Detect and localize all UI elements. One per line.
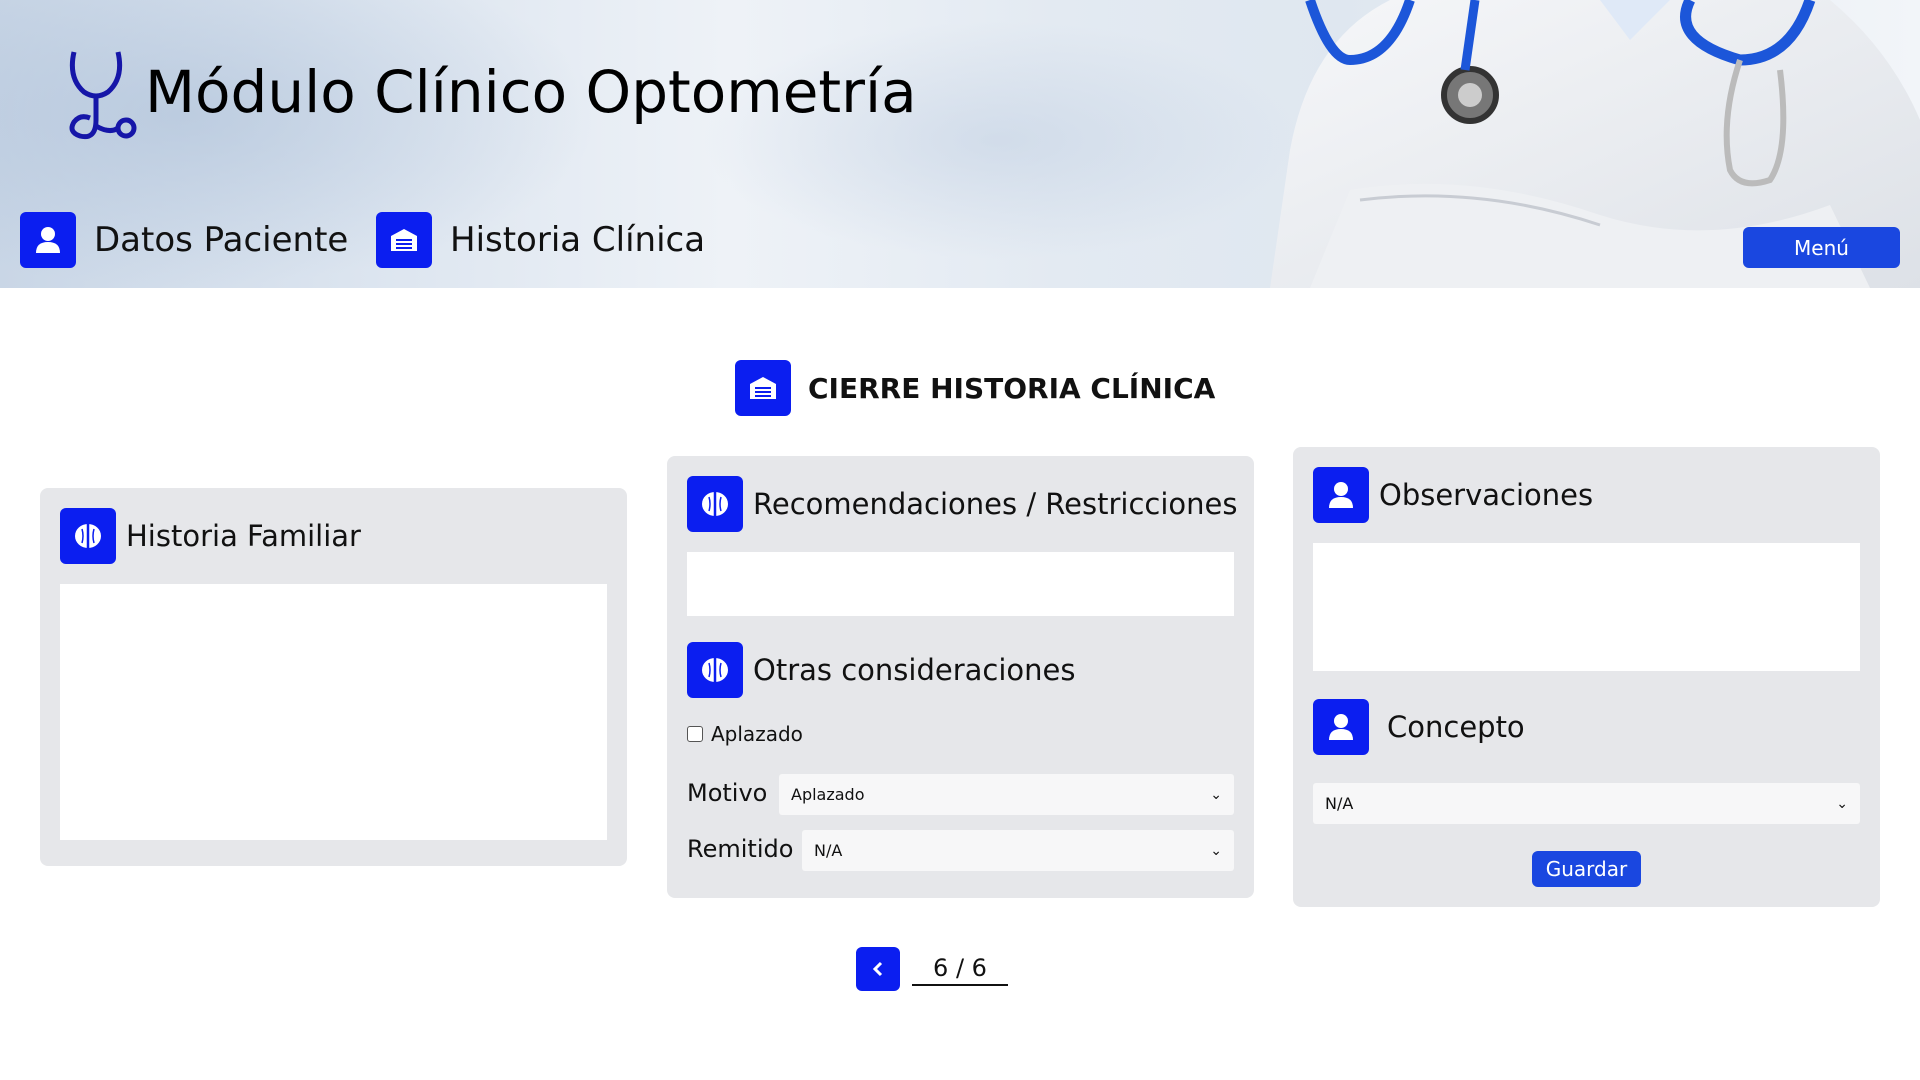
card-header: Otras consideraciones bbox=[687, 642, 1075, 698]
motivo-select[interactable]: Aplazado ⌄ bbox=[779, 774, 1234, 815]
card-title: Concepto bbox=[1387, 710, 1525, 744]
save-button[interactable]: Guardar bbox=[1532, 851, 1641, 887]
aplazado-checkbox[interactable] bbox=[687, 726, 703, 742]
card-title: Recomendaciones / Restricciones bbox=[753, 487, 1238, 521]
card-header: Historia Familiar bbox=[60, 508, 361, 564]
historia-familiar-textarea[interactable] bbox=[60, 584, 607, 840]
chevron-down-icon: ⌄ bbox=[1210, 786, 1222, 803]
chevron-down-icon: ⌄ bbox=[1836, 795, 1848, 812]
app-title: Módulo Clínico Optometría bbox=[145, 58, 917, 126]
card-observaciones: Observaciones Concepto N/A ⌄ bbox=[1293, 447, 1880, 907]
card-header: Recomendaciones / Restricciones bbox=[687, 476, 1237, 532]
clinic-icon bbox=[735, 360, 791, 416]
user-icon bbox=[1313, 467, 1369, 523]
aplazado-label: Aplazado bbox=[711, 722, 803, 746]
card-title: Historia Familiar bbox=[126, 519, 361, 553]
clinic-icon bbox=[376, 212, 432, 268]
page-title: CIERRE HISTORIA CLÍNICA bbox=[735, 360, 1215, 416]
user-icon bbox=[1313, 699, 1369, 755]
brain-icon bbox=[687, 642, 743, 698]
card-recomendaciones: Recomendaciones / Restricciones Otras co… bbox=[667, 456, 1254, 898]
header-banner: Módulo Clínico Optometría Datos Paciente… bbox=[0, 0, 1920, 288]
menu-button[interactable]: Menú bbox=[1743, 227, 1900, 268]
remitido-select[interactable]: N/A ⌄ bbox=[802, 830, 1234, 871]
concepto-select[interactable]: N/A ⌄ bbox=[1313, 783, 1860, 824]
remitido-value: N/A bbox=[814, 841, 843, 860]
card-header: Observaciones bbox=[1313, 467, 1593, 523]
brain-icon bbox=[687, 476, 743, 532]
nav-datos-paciente[interactable]: Datos Paciente bbox=[20, 212, 348, 268]
nav-label: Datos Paciente bbox=[94, 220, 349, 260]
recomendaciones-textarea[interactable] bbox=[687, 552, 1234, 616]
page-title-label: CIERRE HISTORIA CLÍNICA bbox=[808, 371, 1216, 405]
banner-blur bbox=[700, 20, 1300, 260]
remitido-label: Remitido bbox=[687, 835, 794, 863]
observaciones-textarea[interactable] bbox=[1313, 543, 1860, 671]
page-indicator: 6 / 6 bbox=[912, 950, 1008, 986]
motivo-label: Motivo bbox=[687, 779, 768, 807]
card-historia-familiar: Historia Familiar bbox=[40, 488, 627, 866]
stethoscope-icon bbox=[69, 51, 137, 140]
brain-icon bbox=[60, 508, 116, 564]
concepto-value: N/A bbox=[1325, 794, 1354, 813]
card-title: Otras consideraciones bbox=[753, 653, 1076, 687]
user-icon bbox=[20, 212, 76, 268]
card-header: Concepto bbox=[1313, 699, 1525, 755]
nav-label: Historia Clínica bbox=[450, 220, 706, 260]
chevron-left-icon bbox=[872, 961, 883, 977]
aplazado-checkbox-row[interactable]: Aplazado bbox=[687, 722, 803, 746]
motivo-value: Aplazado bbox=[791, 785, 865, 804]
previous-page-button[interactable] bbox=[856, 947, 900, 991]
chevron-down-icon: ⌄ bbox=[1210, 842, 1222, 859]
card-title: Observaciones bbox=[1379, 478, 1594, 512]
nav-historia-clinica[interactable]: Historia Clínica bbox=[376, 212, 705, 268]
